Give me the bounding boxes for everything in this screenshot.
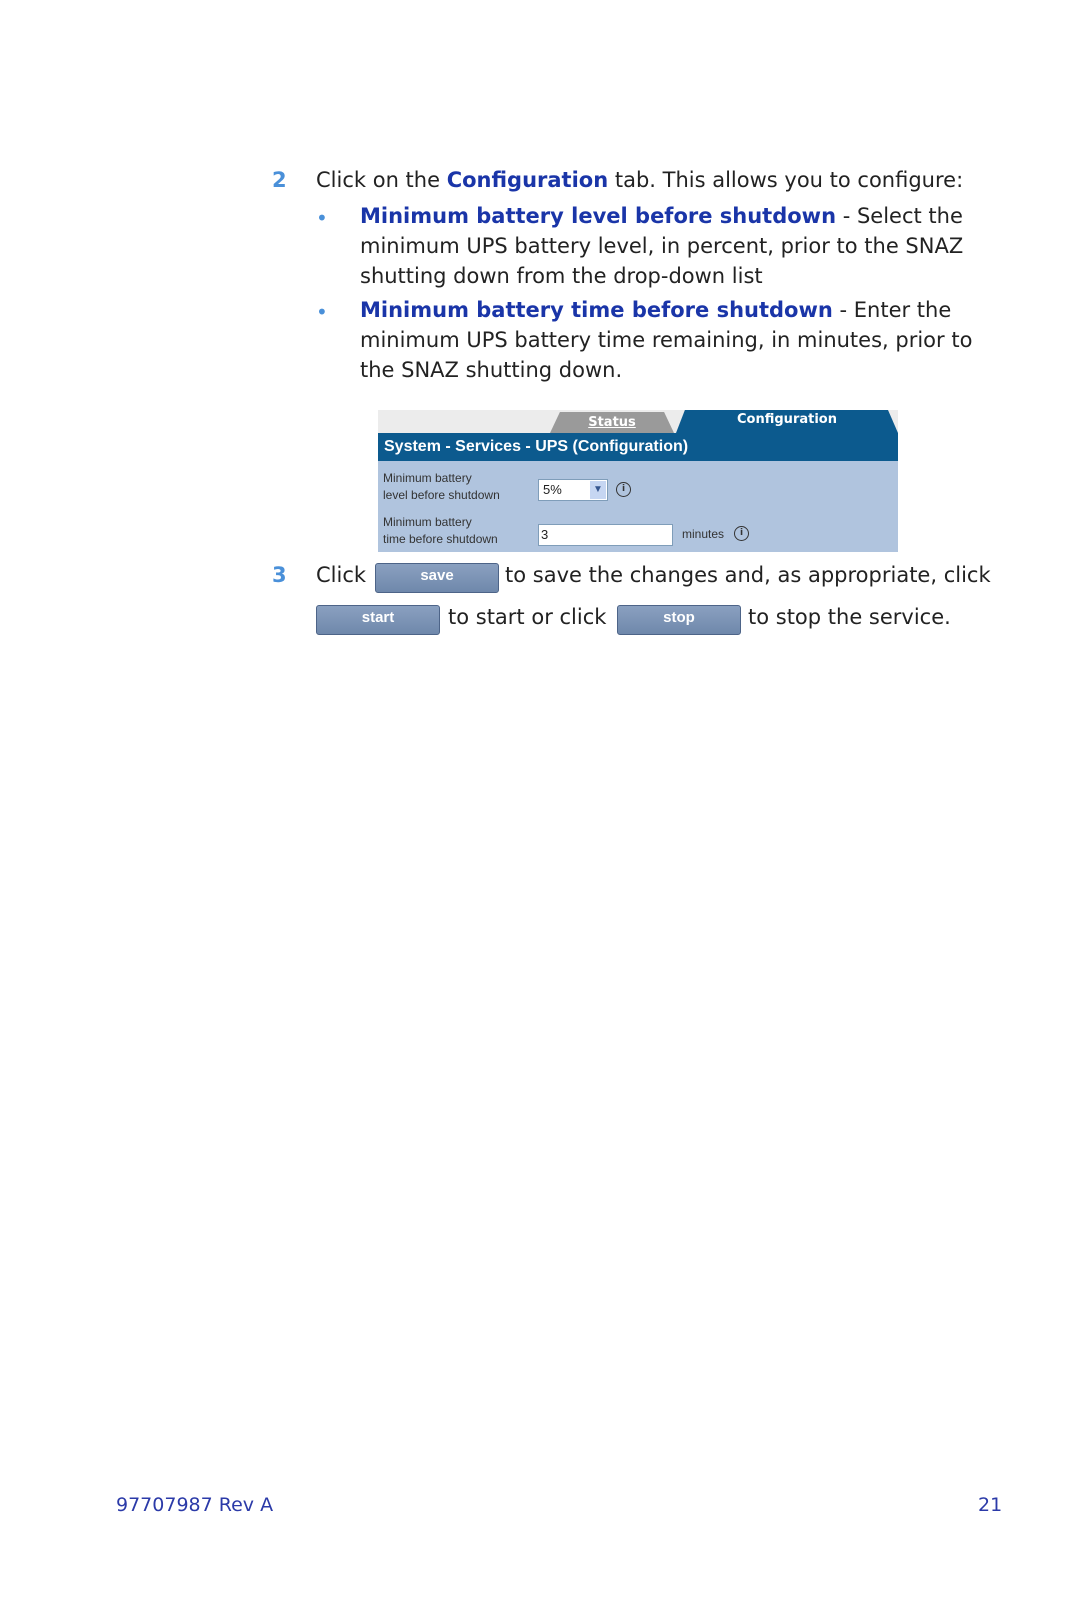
bullet-2-line3: the SNAZ shutting down. <box>360 358 623 382</box>
bullet-desc: - Select the <box>836 204 963 228</box>
step3-click: Click <box>316 563 367 587</box>
chevron-down-icon[interactable]: ▼ <box>590 481 606 499</box>
tab-status[interactable]: Status <box>550 412 674 433</box>
field-label-line: Minimum battery <box>383 515 472 529</box>
bullet-1-line1: Minimum battery level before shutdown - … <box>360 204 963 228</box>
step3-after-stop: to stop the service. <box>748 605 951 629</box>
bullet-2-line1: Minimum battery time before shutdown - E… <box>360 298 951 322</box>
panel-title: System - Services - UPS (Configuration) <box>378 433 898 461</box>
bullet-1-line2: minimum UPS battery level, in percent, p… <box>360 234 964 258</box>
step3-after-save: to save the changes and, as appropriate,… <box>505 563 991 587</box>
field-label: Minimum battery time before shutdown <box>383 514 498 548</box>
doc-id: 97707987 Rev A <box>116 1494 274 1516</box>
step-number: 2 <box>272 168 287 192</box>
info-icon[interactable]: i <box>616 482 631 497</box>
page-number: 21 <box>978 1494 1003 1516</box>
stop-button[interactable]: stop <box>617 605 741 635</box>
intro-text-end: tab. This allows you to configure: <box>608 168 964 192</box>
start-button[interactable]: start <box>316 605 440 635</box>
step3-after-start: to start or click <box>448 605 607 629</box>
battery-time-input[interactable]: 3 <box>538 524 673 546</box>
save-button[interactable]: save <box>375 563 499 593</box>
tab-configuration[interactable]: Configuration <box>676 410 898 433</box>
info-icon[interactable]: i <box>734 526 749 541</box>
bullet-desc: - Enter the <box>832 298 952 322</box>
select-value: 5% <box>543 482 562 497</box>
units-label: minutes <box>682 527 725 541</box>
bullet-term: Minimum battery level before shutdown <box>360 204 837 228</box>
bullet-icon: • <box>316 300 328 324</box>
ups-config-screenshot: Status Configuration System - Services -… <box>378 410 898 552</box>
field-label-line: Minimum battery <box>383 471 472 485</box>
bullet-icon: • <box>316 206 328 230</box>
field-label: Minimum battery level before shutdown <box>383 470 500 504</box>
battery-level-select[interactable]: 5% ▼ <box>538 479 608 501</box>
configuration-term: Configuration <box>446 168 609 192</box>
bullet-1-line3: shutting down from the drop-down list <box>360 264 763 288</box>
field-label-line: level before shutdown <box>383 488 500 502</box>
intro-text: Click on the <box>316 168 447 192</box>
bullet-2-line2: minimum UPS battery time remaining, in m… <box>360 328 973 352</box>
field-label-line: time before shutdown <box>383 532 498 546</box>
bullet-term: Minimum battery time before shutdown <box>360 298 833 322</box>
step2-intro: Click on the Configuration tab. This all… <box>316 168 963 192</box>
step-number: 3 <box>272 563 287 587</box>
